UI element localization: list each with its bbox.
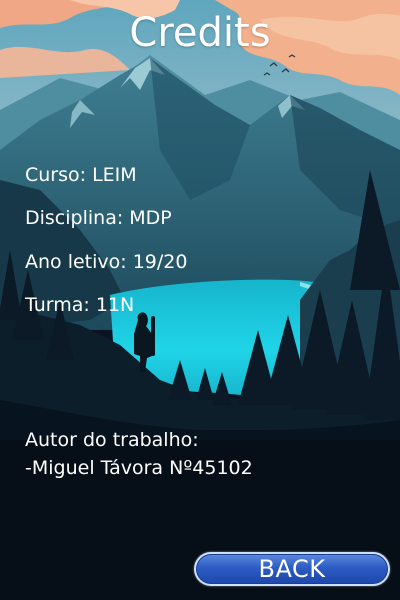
author-heading: Autor do trabalho: <box>25 429 199 451</box>
author-name: -Miguel Távora Nº45102 <box>25 457 253 479</box>
class-label: Turma: 11N <box>25 294 135 316</box>
course-label: Curso: LEIM <box>25 164 137 186</box>
subject-label: Disciplina: MDP <box>25 207 172 229</box>
back-button[interactable]: BACK <box>194 552 390 586</box>
page-title: Credits <box>129 10 271 56</box>
school-year-label: Ano letivo: 19/20 <box>25 251 188 273</box>
credits-screen: Credits Curso: LEIM Disciplina: MDP Ano … <box>0 0 400 600</box>
